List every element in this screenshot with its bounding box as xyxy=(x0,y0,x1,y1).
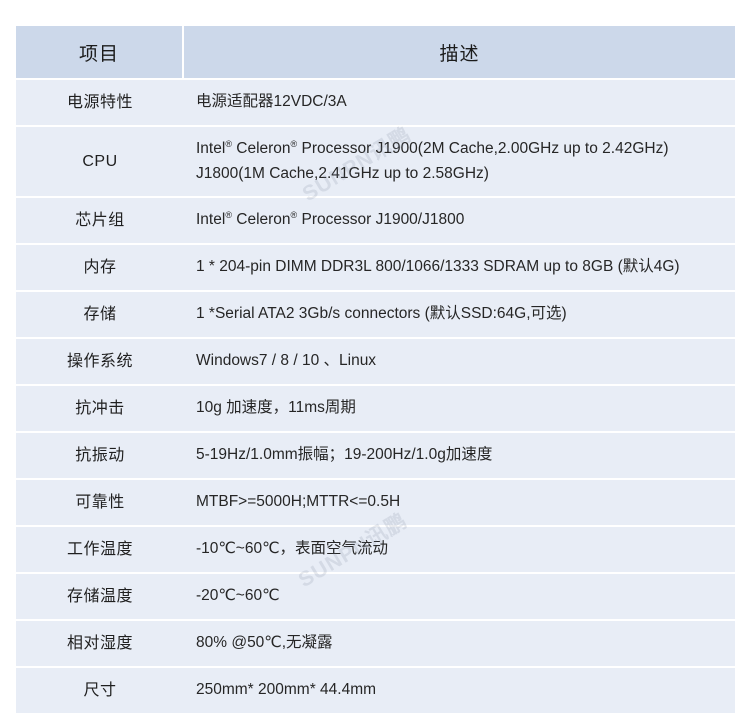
cell-description: Windows7 / 8 / 10 、Linux xyxy=(184,339,735,384)
table-body: 电源特性 电源适配器12VDC/3A CPU Intel® Celeron® Proc… xyxy=(16,80,735,713)
cell-description: -20℃~60℃ xyxy=(184,574,735,619)
description-line: -20℃~60℃ xyxy=(196,587,280,605)
description-line: -10℃~60℃，表面空气流动 xyxy=(196,540,389,558)
description-line: 250mm* 200mm* 44.4mm xyxy=(196,681,377,699)
cell-description: 1 *Serial ATA2 3Gb/s connectors (默认SSD:6… xyxy=(184,292,735,337)
description-line: Windows7 / 8 / 10 、Linux xyxy=(196,352,377,370)
table-row: 芯片组 Intel® Celeron® Processor J1900/J1800 xyxy=(16,198,735,243)
cell-item: 尺寸 xyxy=(16,668,184,713)
description-line: 5-19Hz/1.0mm振幅；19-200Hz/1.0g加速度 xyxy=(196,446,493,464)
table-row: 操作系统 Windows7 / 8 / 10 、Linux xyxy=(16,339,735,384)
description-line: 1 *Serial ATA2 3Gb/s connectors (默认SSD:6… xyxy=(196,305,567,323)
cell-item: 抗振动 xyxy=(16,433,184,478)
description-line: Intel® Celeron® Processor J1900(2M Cache… xyxy=(196,138,669,158)
specifications-table: 项目 描述 电源特性 电源适配器12VDC/3A CPU Intel® Celeron… xyxy=(16,24,735,715)
cell-item: 操作系统 xyxy=(16,339,184,384)
table-row: 内存 1 * 204-pin DIMM DDR3L 800/1066/1333 S… xyxy=(16,245,735,290)
registered-mark: ® xyxy=(290,210,298,221)
cell-description: 1 * 204-pin DIMM DDR3L 800/1066/1333 SDR… xyxy=(184,245,735,290)
column-header-description: 描述 xyxy=(184,26,735,78)
cell-description: 5-19Hz/1.0mm振幅；19-200Hz/1.0g加速度 xyxy=(184,433,735,478)
table-row: CPU Intel® Celeron® Processor J1900(2M Ca… xyxy=(16,127,735,196)
table-header-row: 项目 描述 xyxy=(16,26,735,78)
cell-item: CPU xyxy=(16,127,184,196)
cell-description: 电源适配器12VDC/3A xyxy=(184,80,735,125)
cell-description: 250mm* 200mm* 44.4mm xyxy=(184,668,735,713)
cell-description: MTBF>=5000H;MTTR<=0.5H xyxy=(184,480,735,525)
cell-item: 内存 xyxy=(16,245,184,290)
registered-mark: ® xyxy=(225,210,232,221)
cell-item: 可靠性 xyxy=(16,480,184,525)
description-line: MTBF>=5000H;MTTR<=0.5H xyxy=(196,493,401,511)
cell-item: 相对湿度 xyxy=(16,621,184,666)
description-line: 80% @50℃,无凝露 xyxy=(196,634,333,652)
description-line: 电源适配器12VDC/3A xyxy=(196,93,347,111)
cell-item: 电源特性 xyxy=(16,80,184,125)
table-row: 抗振动 5-19Hz/1.0mm振幅；19-200Hz/1.0g加速度 xyxy=(16,433,735,478)
registered-mark: ® xyxy=(225,138,232,149)
cell-item: 存储温度 xyxy=(16,574,184,619)
table-row: 存储温度 -20℃~60℃ xyxy=(16,574,735,619)
description-line: 1 * 204-pin DIMM DDR3L 800/1066/1333 SDR… xyxy=(196,258,680,276)
table-row: 存储 1 *Serial ATA2 3Gb/s connectors (默认SSD… xyxy=(16,292,735,337)
table-row: 工作温度 -10℃~60℃，表面空气流动 xyxy=(16,527,735,572)
cell-description: Intel® Celeron® Processor J1900(2M Cache… xyxy=(184,127,735,196)
registered-mark: ® xyxy=(290,138,298,149)
description-line: Intel® Celeron® Processor J1900/J1800 xyxy=(196,210,465,229)
column-header-item: 项目 xyxy=(16,26,184,78)
description-line: 10g 加速度，11ms周期 xyxy=(196,399,356,417)
cell-item: 抗冲击 xyxy=(16,386,184,431)
cell-item: 芯片组 xyxy=(16,198,184,243)
cell-description: -10℃~60℃，表面空气流动 xyxy=(184,527,735,572)
table-row: 相对湿度 80% @50℃,无凝露 xyxy=(16,621,735,666)
table-row: 电源特性 电源适配器12VDC/3A xyxy=(16,80,735,125)
table-row: 尺寸 250mm* 200mm* 44.4mm xyxy=(16,668,735,713)
cell-description: 80% @50℃,无凝露 xyxy=(184,621,735,666)
cell-item: 存储 xyxy=(16,292,184,337)
table-row: 可靠性 MTBF>=5000H;MTTR<=0.5H xyxy=(16,480,735,525)
table-row: 抗冲击 10g 加速度，11ms周期 xyxy=(16,386,735,431)
cell-description: Intel® Celeron® Processor J1900/J1800 xyxy=(184,198,735,243)
cell-item: 工作温度 xyxy=(16,527,184,572)
table-header: 项目 描述 xyxy=(16,26,735,78)
cell-description: 10g 加速度，11ms周期 xyxy=(184,386,735,431)
specification-sheet: 项目 描述 电源特性 电源适配器12VDC/3A CPU Intel® Celeron… xyxy=(0,0,750,713)
description-line: J1800(1M Cache,2.41GHz up to 2.58GHz) xyxy=(196,164,489,182)
